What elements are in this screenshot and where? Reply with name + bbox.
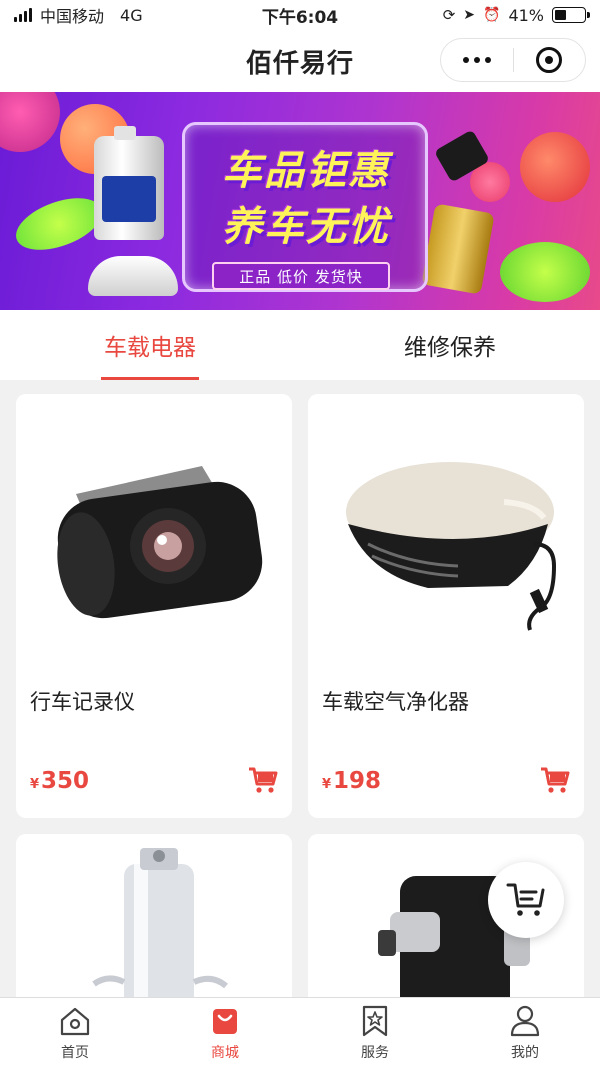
tabbar-item-shop[interactable]: 商城 [150,998,300,1067]
active-tab-indicator [101,377,199,380]
network-label: 4G [120,5,143,25]
cart-icon [541,767,570,793]
banner-headline: 车品钜惠 [222,148,390,194]
tab-label: 维修保养 [404,335,496,361]
oil-bottle-image [94,126,164,240]
product-price: ¥350 [30,768,90,794]
product-card[interactable]: 车载空气净化器 ¥198 [308,394,584,818]
cart-list-button[interactable] [488,862,564,938]
tabbar-label: 首页 [61,1044,89,1061]
tabbar-item-home[interactable]: 首页 [0,998,150,1067]
shop-bag-icon [208,1004,242,1038]
nav-bar: 佰仟易行 [0,30,600,92]
decor-blob [500,242,590,302]
cart-list-icon [506,883,545,916]
user-icon [508,1004,542,1038]
banner-subheadline: 养车无忧 [222,204,390,250]
bookmark-star-icon [358,1004,392,1038]
battery-percent: 41% [508,5,544,25]
close-mini-program-button[interactable] [514,39,586,81]
status-bar: 中国移动 4G 下午6:04 ⟳ ➤ ⏰ 41% [0,0,600,30]
dashcam-image [16,394,292,670]
page-title: 佰仟易行 [245,48,354,79]
decor-blob [0,92,60,152]
oil-bottle-image-2 [421,203,495,295]
product-card[interactable] [16,834,292,1014]
tab-maintenance[interactable]: 维修保养 [300,310,600,380]
mini-program-capsule [440,38,586,82]
product-name: 车载空气净化器 [322,690,469,714]
alarm-icon: ⏰ [483,7,501,23]
target-icon [536,47,563,73]
promo-banner[interactable]: 车品钜惠 养车无忧 正品 低价 发货快 [0,92,600,310]
carrier-label: 中国移动 [40,7,105,26]
add-to-cart-button[interactable] [540,766,570,794]
tabbar-item-service[interactable]: 服务 [300,998,450,1067]
tab-label: 车载电器 [104,335,196,361]
more-button[interactable] [441,39,513,81]
tab-car-electronics[interactable]: 车载电器 [0,310,300,380]
category-tabs: 车载电器 维修保养 [0,310,600,380]
banner-tags: 正品 低价 发货快 [212,262,390,290]
tabbar-label: 商城 [211,1044,239,1061]
location-icon: ➤ [463,7,475,23]
car-charger-image [16,834,292,1014]
home-icon [58,1004,92,1038]
signal-icon [14,8,32,22]
tabbar-item-profile[interactable]: 我的 [450,998,600,1067]
product-price: ¥198 [322,768,382,794]
clock: 下午6:04 [261,7,339,28]
tabbar-label: 我的 [511,1044,539,1061]
product-name: 行车记录仪 [30,690,135,714]
bottom-tab-bar: 首页 商城 服务 我的 [0,997,600,1067]
battery-icon [552,7,590,23]
decor-blob [520,132,590,202]
more-dots-icon [462,57,491,63]
tabbar-label: 服务 [361,1044,389,1061]
cart-icon [249,767,278,793]
orientation-lock-icon: ⟳ [442,6,456,24]
add-to-cart-button[interactable] [248,766,278,794]
air-purifier-image [308,394,584,670]
product-card[interactable]: 行车记录仪 ¥350 [16,394,292,818]
air-freshener-image [88,256,178,296]
